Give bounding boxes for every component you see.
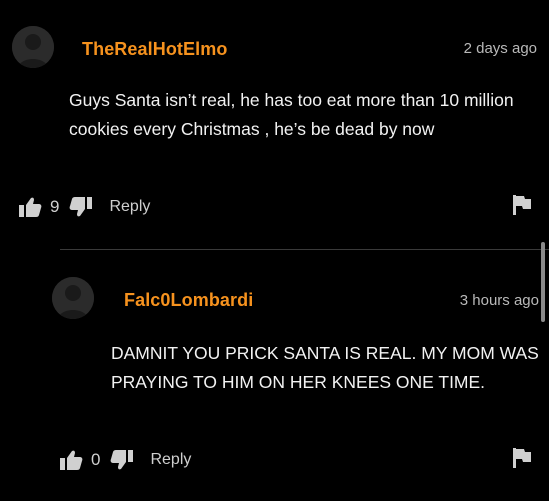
comment-timestamp: 2 days ago: [463, 40, 537, 57]
upvote-count: 0: [91, 450, 101, 469]
avatar-icon: [12, 26, 54, 68]
divider: [60, 249, 549, 250]
reply-button[interactable]: Reply: [150, 451, 191, 469]
thumbs-down-icon[interactable]: [69, 196, 93, 218]
comment-actions: 9 Reply: [18, 193, 150, 221]
avatar[interactable]: [12, 26, 54, 68]
avatar-icon: [52, 277, 94, 319]
comment-text: Guys Santa isn’t real, he has too eat mo…: [69, 90, 514, 139]
avatar[interactable]: [52, 277, 94, 319]
thumbs-up-icon[interactable]: [18, 196, 42, 218]
scrollbar[interactable]: [541, 242, 545, 322]
flag-icon[interactable]: [512, 447, 532, 469]
thumbs-up-icon[interactable]: [59, 449, 83, 471]
comment-text: DAMNIT YOU PRICK SANTA IS REAL. MY MOM W…: [111, 343, 539, 392]
comment-actions: 0 Reply: [59, 446, 191, 474]
thumbs-down-icon[interactable]: [110, 449, 134, 471]
comment-username[interactable]: Falc0Lombardi: [124, 290, 253, 311]
reply-button[interactable]: Reply: [109, 198, 150, 216]
upvote-count: 9: [50, 197, 60, 216]
comment-username[interactable]: TheRealHotElmo: [82, 39, 227, 60]
flag-icon[interactable]: [512, 194, 532, 216]
comment-timestamp: 3 hours ago: [459, 292, 539, 309]
